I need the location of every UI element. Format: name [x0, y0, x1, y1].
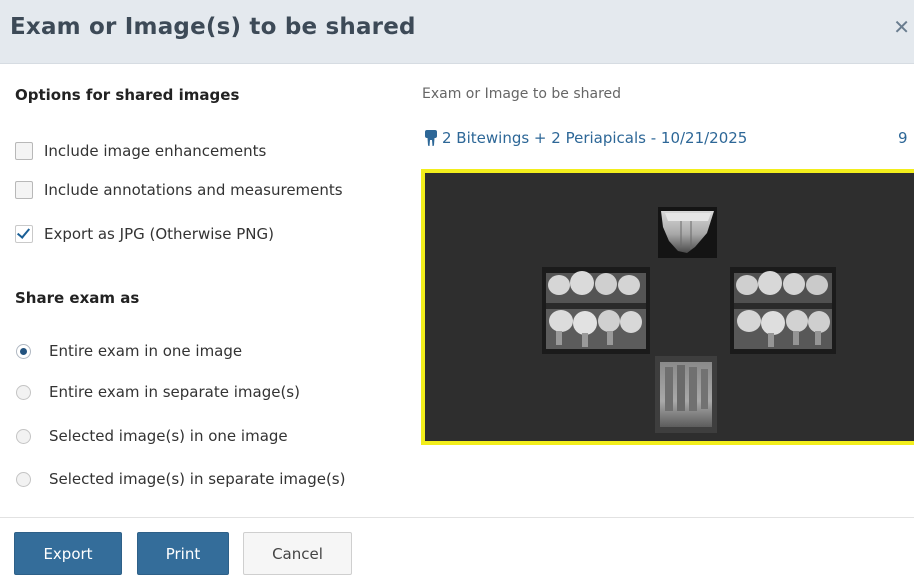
bitewing-right-image: [730, 267, 836, 354]
bitewing-left-image: [542, 267, 650, 354]
footer-divider: [0, 517, 914, 518]
cancel-button[interactable]: Cancel: [243, 532, 352, 575]
include-annotations-checkbox[interactable]: [15, 181, 33, 199]
share-entire-one-option[interactable]: Entire exam in one image: [15, 339, 242, 363]
close-icon[interactable]: ✕: [893, 15, 910, 39]
share-entire-separate-option[interactable]: Entire exam in separate image(s): [15, 380, 300, 404]
include-annotations-option[interactable]: Include annotations and measurements: [15, 178, 343, 202]
include-enhancements-label: Include image enhancements: [44, 142, 267, 160]
include-annotations-label: Include annotations and measurements: [44, 181, 343, 199]
share-entire-separate-radio[interactable]: [16, 384, 31, 400]
share-entire-one-radio[interactable]: [16, 343, 31, 359]
periapical-bottom-image: [655, 356, 717, 433]
share-exam-heading: Share exam as: [15, 289, 140, 307]
export-jpg-checkbox[interactable]: [15, 225, 33, 243]
options-heading: Options for shared images: [15, 86, 240, 104]
include-enhancements-option[interactable]: Include image enhancements: [15, 139, 266, 163]
xray-composite-image: [542, 207, 836, 433]
share-entire-one-label: Entire exam in one image: [49, 342, 243, 360]
exam-link[interactable]: 2 Bitewings + 2 Periapicals - 10/21/2025: [424, 129, 747, 147]
tooth-icon: [425, 130, 437, 146]
export-button[interactable]: Export: [14, 532, 122, 575]
share-selected-one-option[interactable]: Selected image(s) in one image: [15, 424, 288, 448]
include-enhancements-checkbox[interactable]: [15, 142, 33, 160]
dialog-title-bar: Exam or Image(s) to be shared ✕: [0, 0, 914, 64]
periapical-top-image: [658, 207, 717, 258]
share-selected-one-label: Selected image(s) in one image: [49, 427, 288, 445]
share-selected-separate-option[interactable]: Selected image(s) in separate image(s): [15, 467, 345, 491]
exam-label: 2 Bitewings + 2 Periapicals - 10/21/2025: [442, 129, 748, 147]
exam-count: 9: [898, 129, 908, 147]
exam-panel-heading: Exam or Image to be shared: [422, 86, 622, 102]
share-selected-separate-label: Selected image(s) in separate image(s): [49, 470, 346, 488]
exam-preview: [421, 169, 914, 445]
share-selected-separate-radio[interactable]: [16, 471, 31, 487]
dialog-title: Exam or Image(s) to be shared: [10, 14, 416, 40]
share-entire-separate-label: Entire exam in separate image(s): [49, 383, 300, 401]
export-jpg-label: Export as JPG (Otherwise PNG): [44, 225, 274, 243]
print-button[interactable]: Print: [137, 532, 229, 575]
export-jpg-option[interactable]: Export as JPG (Otherwise PNG): [15, 222, 274, 246]
share-selected-one-radio[interactable]: [16, 428, 31, 444]
